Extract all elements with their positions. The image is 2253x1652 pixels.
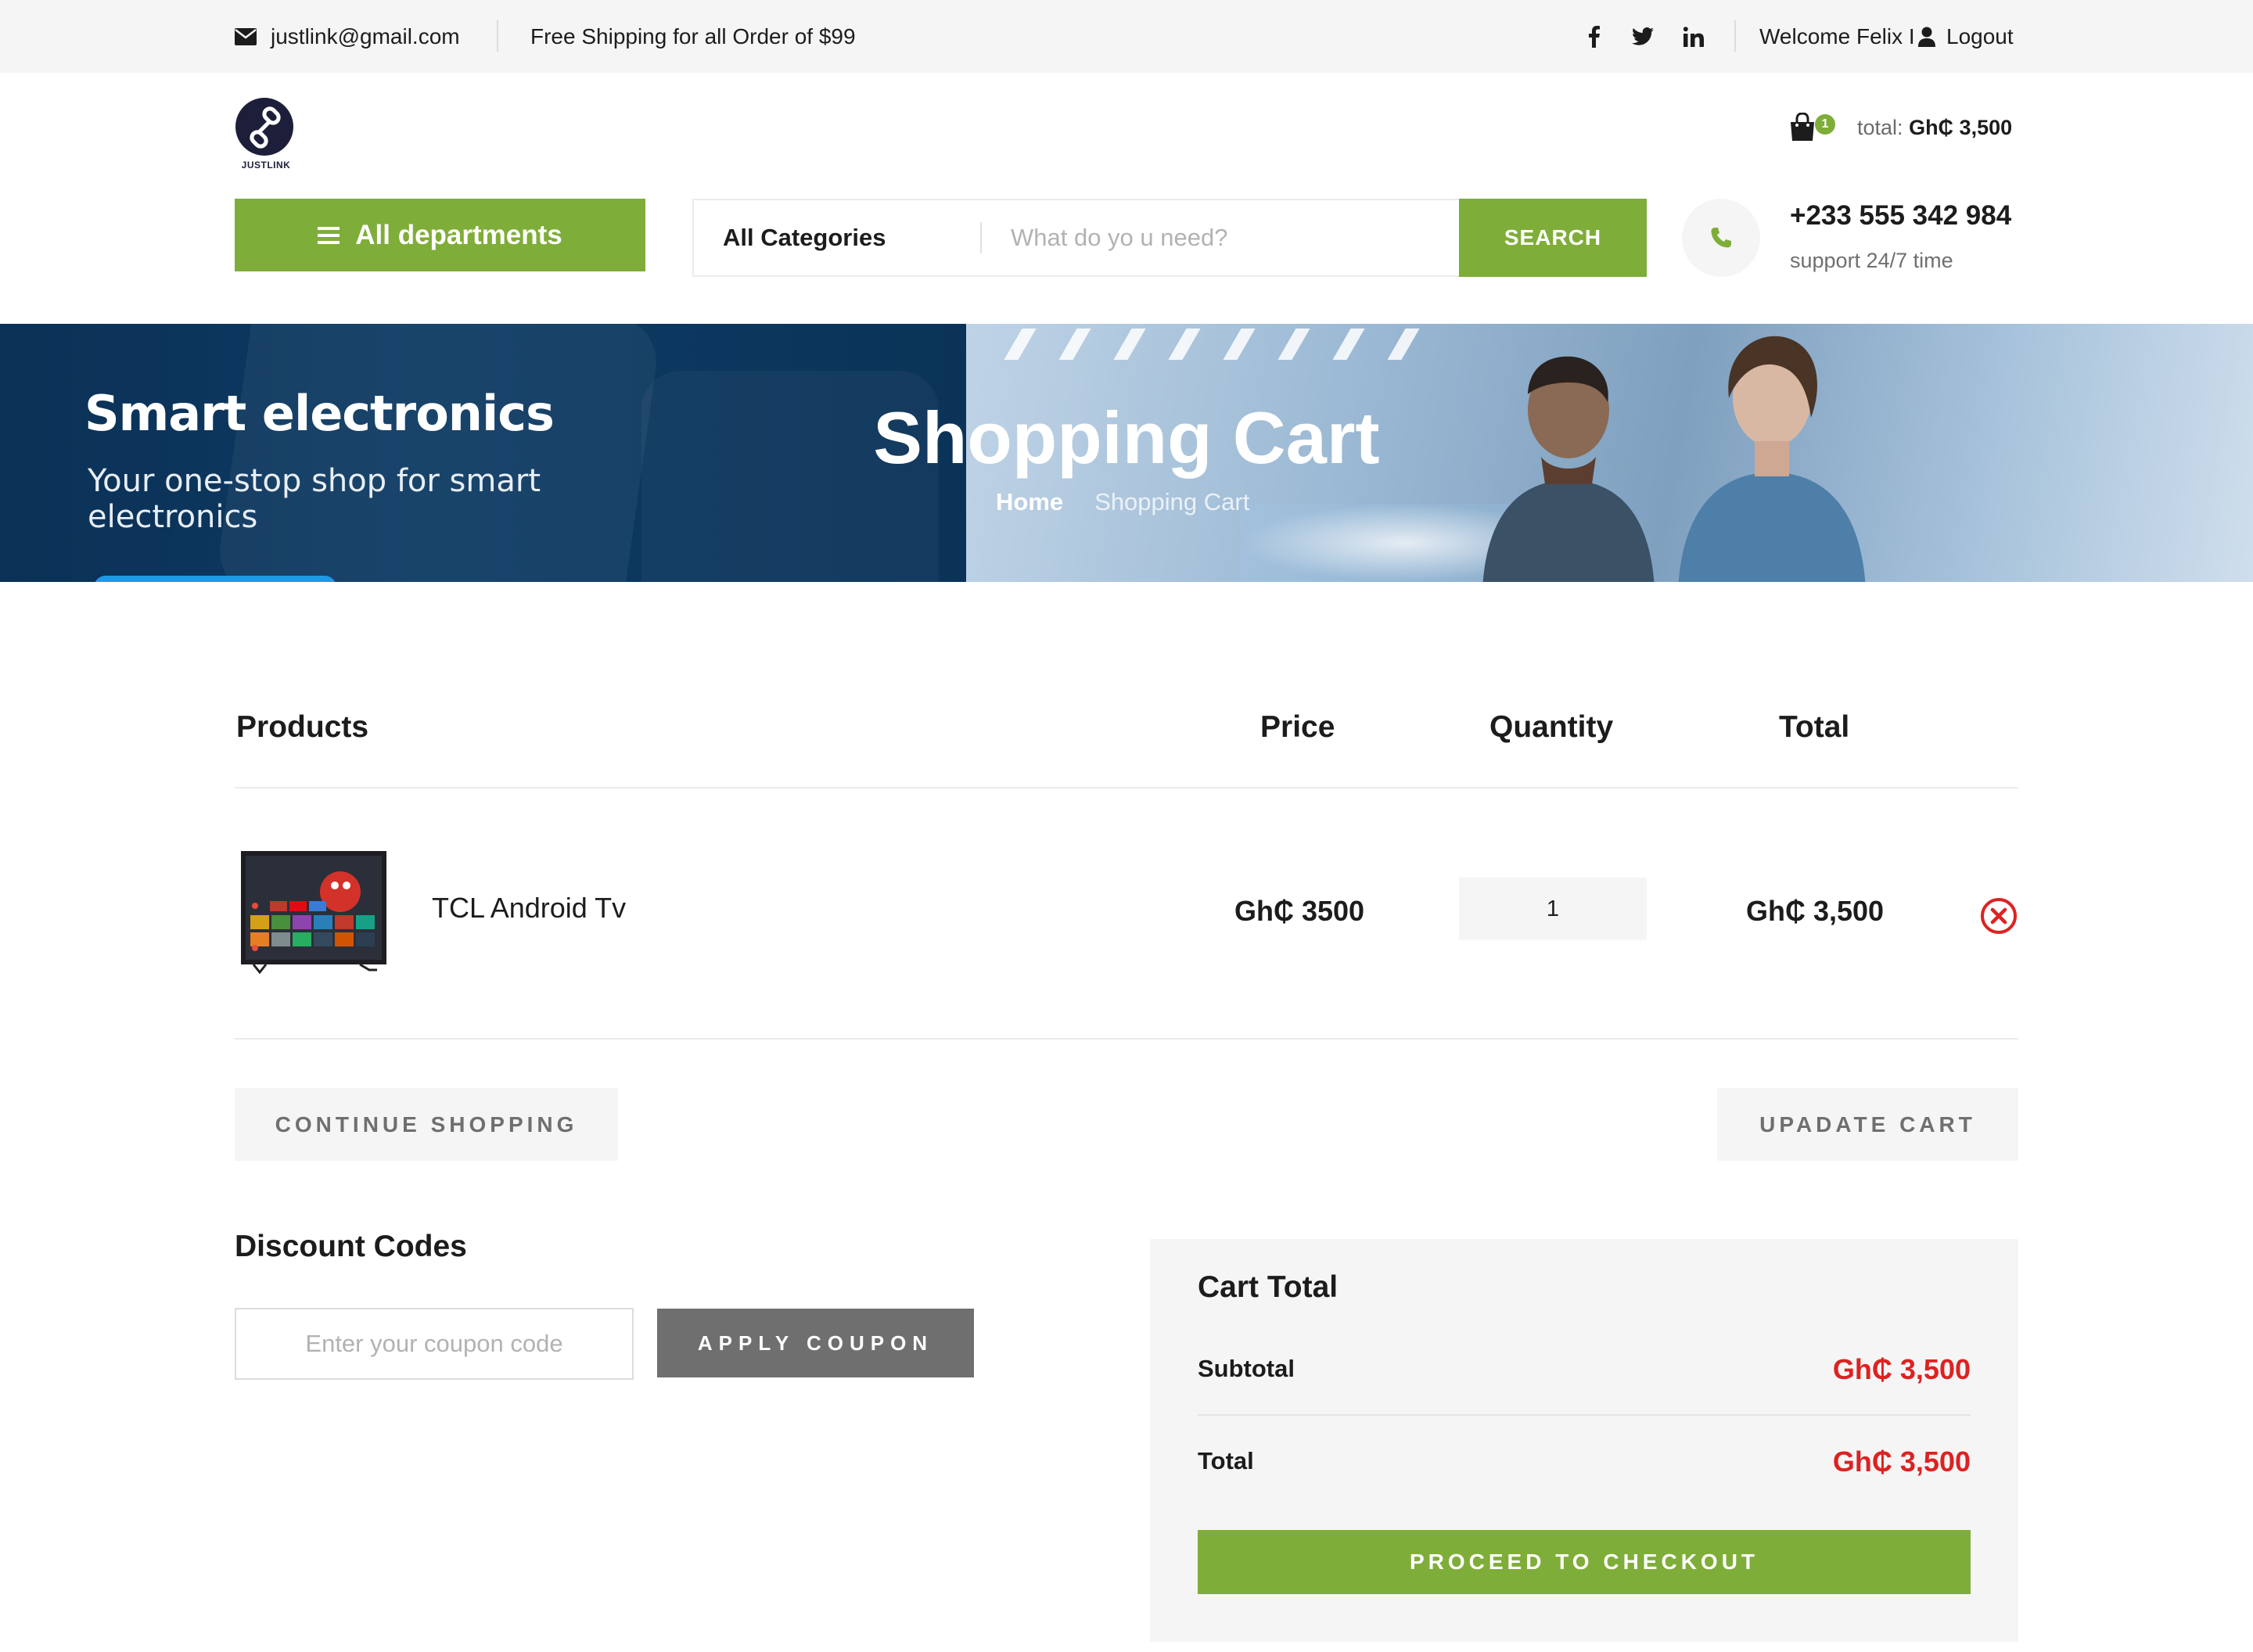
shopping-bag-icon[interactable]: [1788, 112, 1819, 144]
cart-total-panel: Cart Total Subtotal Gh₵ 3,500 Total Gh₵ …: [1150, 1239, 2018, 1642]
quantity-input[interactable]: 1: [1459, 878, 1647, 940]
header-quantity: Quantity: [1489, 710, 1614, 744]
divider: [980, 222, 982, 253]
menu-icon: [318, 223, 340, 248]
hero-banner: Smart electronics Your one-stop shop for…: [0, 324, 2253, 582]
divider: [497, 20, 498, 52]
category-select[interactable]: All Categories: [723, 200, 886, 275]
remove-item-icon[interactable]: [1979, 896, 2018, 936]
cart-total-value: Gh₵ 3,500: [1909, 116, 2013, 139]
email-text: justlink@gmail.com: [271, 23, 460, 48]
envelope-icon: [235, 27, 257, 45]
top-bar: justlink@gmail.com Free Shipping for all…: [0, 0, 2253, 73]
shipping-notice: Free Shipping for all Order of $99: [530, 23, 856, 48]
divider: [235, 787, 2018, 788]
continue-shopping-button[interactable]: CONTINUE SHOPPING: [235, 1088, 618, 1161]
total-value: Gh₵ 3,500: [1832, 1446, 1971, 1478]
header-cart-total: total: Gh₵ 3,500: [1857, 116, 2012, 140]
welcome-text: Welcome Felix I: [1759, 23, 1915, 48]
search-button[interactable]: SEARCH: [1459, 199, 1647, 277]
breadcrumb-home[interactable]: Home: [996, 488, 1063, 516]
user-icon: [1918, 27, 1935, 47]
update-cart-button[interactable]: UPADATE CART: [1717, 1088, 2018, 1161]
departments-label: All departments: [355, 219, 562, 250]
product-price: Gh₵ 3500: [1234, 895, 1365, 927]
header-total: Total: [1779, 710, 1850, 744]
cart-total-heading: Cart Total: [1198, 1270, 1339, 1304]
support-phone: +233 555 342 984: [1790, 200, 2012, 231]
subtotal-label: Subtotal: [1198, 1355, 1295, 1382]
apply-coupon-button[interactable]: APPLY COUPON: [657, 1309, 974, 1377]
all-departments-button[interactable]: All departments: [235, 199, 645, 271]
email-contact[interactable]: justlink@gmail.com: [235, 0, 460, 73]
support-hours: support 24/7 time: [1790, 249, 1953, 272]
product-name[interactable]: TCL Android Tv: [432, 892, 626, 925]
cart-count-badge: 1: [1815, 114, 1835, 135]
coupon-input[interactable]: [235, 1308, 634, 1380]
linkedin-icon[interactable]: [1683, 0, 1704, 73]
logo-text: JUSTLINK: [241, 160, 291, 171]
phone-icon: [1682, 199, 1760, 277]
header-products: Products: [236, 710, 369, 744]
discount-heading: Discount Codes: [235, 1230, 467, 1263]
logout-label: Logout: [1946, 23, 2014, 48]
header-price: Price: [1260, 710, 1335, 744]
divider: [1734, 20, 1736, 52]
twitter-icon[interactable]: [1632, 0, 1654, 73]
subtotal-value: Gh₵ 3,500: [1832, 1353, 1971, 1385]
breadcrumb: Home Shopping Cart: [996, 488, 1249, 516]
divider: [235, 1038, 2018, 1040]
product-image-tv[interactable]: [235, 845, 391, 982]
total-label: Total: [1198, 1447, 1254, 1474]
page-title: Shopping Cart: [873, 397, 1380, 479]
logout-link[interactable]: Logout: [1918, 0, 2014, 73]
facebook-icon[interactable]: [1588, 0, 1601, 73]
divider: [1198, 1414, 1971, 1416]
justlink-logo[interactable]: [235, 97, 297, 160]
search-input[interactable]: [1011, 200, 1449, 275]
cart-total-label: total:: [1857, 116, 1903, 139]
proceed-to-checkout-button[interactable]: PROCEED TO CHECKOUT: [1198, 1530, 1971, 1594]
product-total: Gh₵ 3,500: [1746, 895, 1885, 927]
breadcrumb-current: Shopping Cart: [1094, 488, 1250, 515]
